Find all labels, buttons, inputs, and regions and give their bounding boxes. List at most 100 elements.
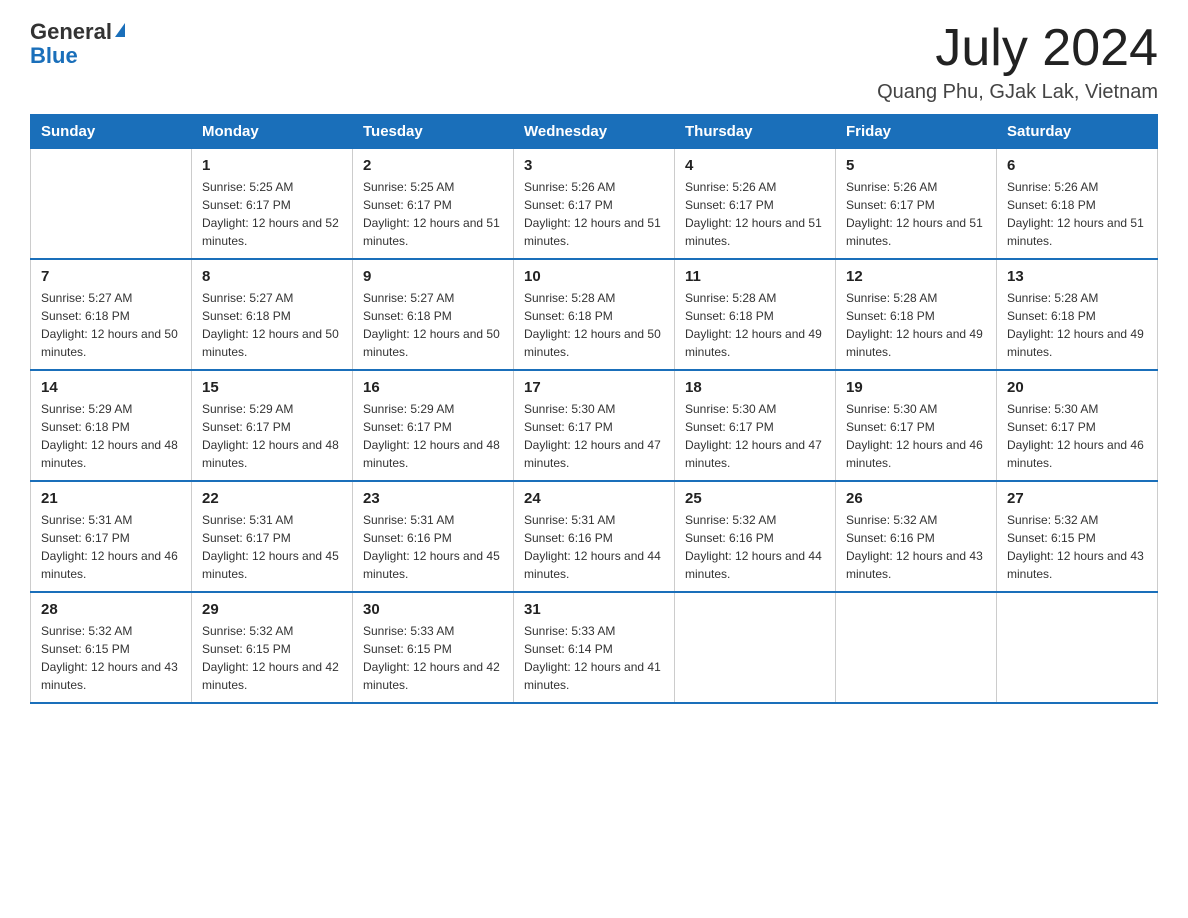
day-info: Sunrise: 5:27 AMSunset: 6:18 PMDaylight:…	[202, 289, 342, 361]
day-number: 5	[846, 157, 986, 174]
calendar-day-cell: 12 Sunrise: 5:28 AMSunset: 6:18 PMDayligh…	[836, 259, 997, 370]
calendar-day-cell: 26 Sunrise: 5:32 AMSunset: 6:16 PMDayligh…	[836, 481, 997, 592]
weekday-header-tuesday: Tuesday	[353, 115, 514, 149]
weekday-header-wednesday: Wednesday	[514, 115, 675, 149]
day-number: 13	[1007, 268, 1147, 285]
calendar-day-cell	[836, 592, 997, 703]
calendar-day-cell: 29Sunrise: 5:32 AMSunset: 6:15 PMDayligh…	[192, 592, 353, 703]
day-number: 4	[685, 157, 825, 174]
day-info: Sunrise: 5:30 AMSunset: 6:17 PMDaylight:…	[1007, 400, 1147, 472]
day-number: 2	[363, 157, 503, 174]
calendar-week-row: 21Sunrise: 5:31 AMSunset: 6:17 PMDayligh…	[31, 481, 1158, 592]
calendar-day-cell: 23Sunrise: 5:31 AMSunset: 6:16 PMDayligh…	[353, 481, 514, 592]
day-number: 14	[41, 379, 181, 396]
day-number: 15	[202, 379, 342, 396]
calendar-day-cell: 18 Sunrise: 5:30 AMSunset: 6:17 PMDayligh…	[675, 370, 836, 481]
weekday-header-row: SundayMondayTuesdayWednesdayThursdayFrid…	[31, 115, 1158, 149]
calendar-week-row: 1 Sunrise: 5:25 AMSunset: 6:17 PMDaylight…	[31, 149, 1158, 260]
day-info: Sunrise: 5:29 AMSunset: 6:17 PMDaylight:…	[363, 400, 503, 472]
calendar-day-cell: 17 Sunrise: 5:30 AMSunset: 6:17 PMDayligh…	[514, 370, 675, 481]
calendar-day-cell	[997, 592, 1158, 703]
logo-triangle-icon	[115, 23, 125, 37]
calendar-day-cell: 10 Sunrise: 5:28 AMSunset: 6:18 PMDayligh…	[514, 259, 675, 370]
day-number: 1	[202, 157, 342, 174]
calendar-day-cell: 3 Sunrise: 5:26 AMSunset: 6:17 PMDaylight…	[514, 149, 675, 260]
calendar-table: SundayMondayTuesdayWednesdayThursdayFrid…	[30, 114, 1158, 704]
day-number: 28	[41, 601, 181, 618]
calendar-day-cell: 20 Sunrise: 5:30 AMSunset: 6:17 PMDayligh…	[997, 370, 1158, 481]
calendar-day-cell: 5 Sunrise: 5:26 AMSunset: 6:17 PMDaylight…	[836, 149, 997, 260]
day-info: Sunrise: 5:25 AMSunset: 6:17 PMDaylight:…	[202, 178, 342, 250]
calendar-week-row: 7 Sunrise: 5:27 AMSunset: 6:18 PMDaylight…	[31, 259, 1158, 370]
title-block: July 2024 Quang Phu, GJak Lak, Vietnam	[877, 20, 1158, 104]
day-info: Sunrise: 5:32 AMSunset: 6:15 PMDaylight:…	[1007, 511, 1147, 583]
logo-blue-text: Blue	[30, 44, 125, 68]
weekday-header-sunday: Sunday	[31, 115, 192, 149]
day-number: 7	[41, 268, 181, 285]
day-info: Sunrise: 5:28 AMSunset: 6:18 PMDaylight:…	[524, 289, 664, 361]
logo: General Blue	[30, 20, 125, 68]
day-number: 22	[202, 490, 342, 507]
day-info: Sunrise: 5:25 AMSunset: 6:17 PMDaylight:…	[363, 178, 503, 250]
day-info: Sunrise: 5:30 AMSunset: 6:17 PMDaylight:…	[524, 400, 664, 472]
calendar-day-cell: 2 Sunrise: 5:25 AMSunset: 6:17 PMDaylight…	[353, 149, 514, 260]
day-number: 8	[202, 268, 342, 285]
day-info: Sunrise: 5:32 AMSunset: 6:16 PMDaylight:…	[685, 511, 825, 583]
day-info: Sunrise: 5:32 AMSunset: 6:15 PMDaylight:…	[202, 622, 342, 694]
day-info: Sunrise: 5:33 AMSunset: 6:15 PMDaylight:…	[363, 622, 503, 694]
calendar-day-cell	[31, 149, 192, 260]
day-number: 23	[363, 490, 503, 507]
day-number: 10	[524, 268, 664, 285]
weekday-header-friday: Friday	[836, 115, 997, 149]
day-number: 3	[524, 157, 664, 174]
day-info: Sunrise: 5:31 AMSunset: 6:17 PMDaylight:…	[41, 511, 181, 583]
day-info: Sunrise: 5:26 AMSunset: 6:18 PMDaylight:…	[1007, 178, 1147, 250]
day-number: 11	[685, 268, 825, 285]
calendar-day-cell: 30Sunrise: 5:33 AMSunset: 6:15 PMDayligh…	[353, 592, 514, 703]
calendar-day-cell: 15 Sunrise: 5:29 AMSunset: 6:17 PMDayligh…	[192, 370, 353, 481]
day-number: 24	[524, 490, 664, 507]
day-info: Sunrise: 5:26 AMSunset: 6:17 PMDaylight:…	[685, 178, 825, 250]
calendar-day-cell: 22Sunrise: 5:31 AMSunset: 6:17 PMDayligh…	[192, 481, 353, 592]
page-header: General Blue July 2024 Quang Phu, GJak L…	[30, 20, 1158, 104]
day-number: 12	[846, 268, 986, 285]
calendar-day-cell: 19 Sunrise: 5:30 AMSunset: 6:17 PMDayligh…	[836, 370, 997, 481]
calendar-day-cell: 6Sunrise: 5:26 AMSunset: 6:18 PMDaylight…	[997, 149, 1158, 260]
day-number: 19	[846, 379, 986, 396]
day-number: 25	[685, 490, 825, 507]
calendar-day-cell	[675, 592, 836, 703]
day-info: Sunrise: 5:32 AMSunset: 6:15 PMDaylight:…	[41, 622, 181, 694]
calendar-day-cell: 11 Sunrise: 5:28 AMSunset: 6:18 PMDayligh…	[675, 259, 836, 370]
day-info: Sunrise: 5:31 AMSunset: 6:16 PMDaylight:…	[524, 511, 664, 583]
day-number: 17	[524, 379, 664, 396]
day-number: 16	[363, 379, 503, 396]
logo-general-text: General	[30, 20, 125, 44]
weekday-header-monday: Monday	[192, 115, 353, 149]
day-number: 18	[685, 379, 825, 396]
day-number: 26	[846, 490, 986, 507]
day-number: 9	[363, 268, 503, 285]
calendar-day-cell: 9 Sunrise: 5:27 AMSunset: 6:18 PMDaylight…	[353, 259, 514, 370]
calendar-day-cell: 25 Sunrise: 5:32 AMSunset: 6:16 PMDayligh…	[675, 481, 836, 592]
day-info: Sunrise: 5:29 AMSunset: 6:17 PMDaylight:…	[202, 400, 342, 472]
calendar-day-cell: 21Sunrise: 5:31 AMSunset: 6:17 PMDayligh…	[31, 481, 192, 592]
day-info: Sunrise: 5:28 AMSunset: 6:18 PMDaylight:…	[685, 289, 825, 361]
day-info: Sunrise: 5:28 AMSunset: 6:18 PMDaylight:…	[1007, 289, 1147, 361]
month-title: July 2024	[877, 20, 1158, 77]
calendar-day-cell: 27Sunrise: 5:32 AMSunset: 6:15 PMDayligh…	[997, 481, 1158, 592]
day-info: Sunrise: 5:26 AMSunset: 6:17 PMDaylight:…	[846, 178, 986, 250]
calendar-day-cell: 7Sunrise: 5:27 AMSunset: 6:18 PMDaylight…	[31, 259, 192, 370]
day-info: Sunrise: 5:30 AMSunset: 6:17 PMDaylight:…	[846, 400, 986, 472]
calendar-day-cell: 31Sunrise: 5:33 AMSunset: 6:14 PMDayligh…	[514, 592, 675, 703]
day-info: Sunrise: 5:26 AMSunset: 6:17 PMDaylight:…	[524, 178, 664, 250]
day-info: Sunrise: 5:30 AMSunset: 6:17 PMDaylight:…	[685, 400, 825, 472]
day-info: Sunrise: 5:32 AMSunset: 6:16 PMDaylight:…	[846, 511, 986, 583]
day-info: Sunrise: 5:28 AMSunset: 6:18 PMDaylight:…	[846, 289, 986, 361]
day-number: 20	[1007, 379, 1147, 396]
day-info: Sunrise: 5:29 AMSunset: 6:18 PMDaylight:…	[41, 400, 181, 472]
calendar-day-cell: 14 Sunrise: 5:29 AMSunset: 6:18 PMDayligh…	[31, 370, 192, 481]
calendar-day-cell: 1 Sunrise: 5:25 AMSunset: 6:17 PMDaylight…	[192, 149, 353, 260]
calendar-day-cell: 8 Sunrise: 5:27 AMSunset: 6:18 PMDaylight…	[192, 259, 353, 370]
day-info: Sunrise: 5:27 AMSunset: 6:18 PMDaylight:…	[363, 289, 503, 361]
weekday-header-thursday: Thursday	[675, 115, 836, 149]
